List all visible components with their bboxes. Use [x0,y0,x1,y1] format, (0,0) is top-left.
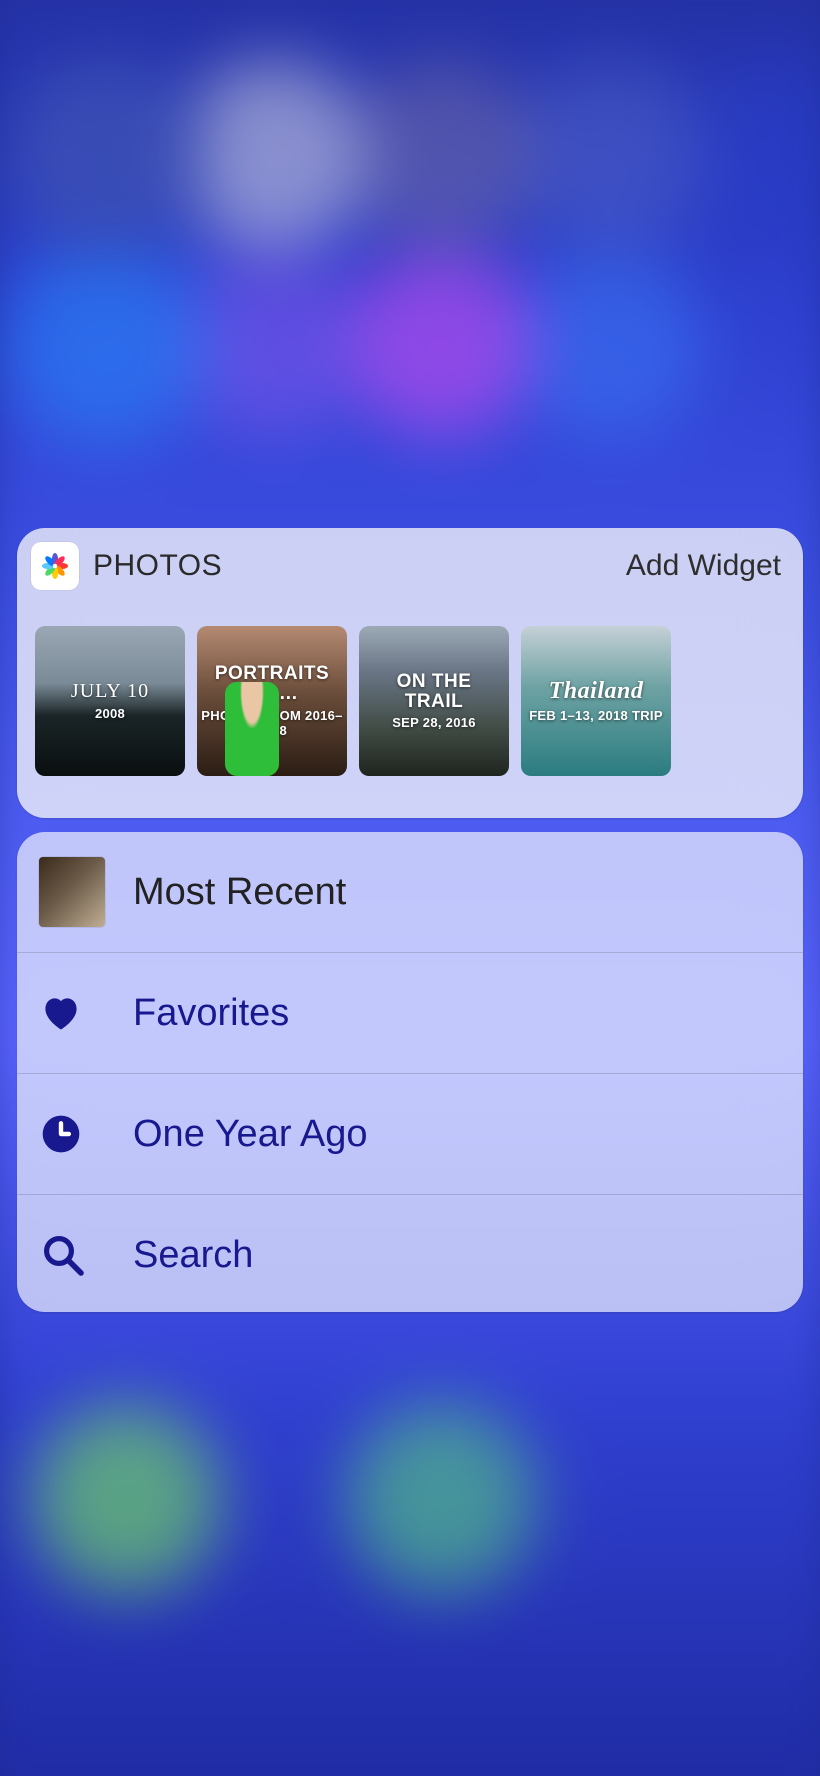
action-label: Search [105,1234,253,1277]
memory-tile-july-10[interactable]: JULY 10 2008 [35,626,185,776]
action-label: Favorites [105,992,289,1035]
memory-tile-thailand[interactable]: Thailand FEB 1–13, 2018 TRIP [521,626,671,776]
photos-app-icon [31,542,79,590]
photos-widget-card: PHOTOS Add Widget JULY 10 2008 PORTRAITS… [17,528,803,818]
action-favorites[interactable]: Favorites [17,953,803,1073]
widget-title: PHOTOS [93,549,626,583]
action-most-recent[interactable]: Most Recent [17,832,803,952]
widget-header: PHOTOS Add Widget [17,528,803,600]
memory-title: JULY 10 [65,681,155,702]
memory-title: ON THE TRAIL [359,672,509,712]
memory-tile-on-the-trail[interactable]: ON THE TRAIL SEP 28, 2016 [359,626,509,776]
memory-title: Thailand [543,679,650,704]
memory-title: PORTRAITS OF … [197,664,347,704]
add-widget-button[interactable]: Add Widget [626,549,781,583]
memories-row: JULY 10 2008 PORTRAITS OF … PHOTOS FROM … [17,600,803,776]
most-recent-thumbnail-icon [39,857,105,927]
memory-tile-portraits[interactable]: PORTRAITS OF … PHOTOS FROM 2016–2018 [197,626,347,776]
memory-subtitle: PHOTOS FROM 2016–2018 [197,708,347,738]
action-label: Most Recent [105,871,346,914]
memory-subtitle: 2008 [95,706,125,721]
heart-icon [39,991,105,1035]
action-one-year-ago[interactable]: One Year Ago [17,1074,803,1194]
search-icon [39,1231,105,1279]
quick-actions-card: Most Recent Favorites One Year Ago [17,832,803,1312]
memory-subtitle: SEP 28, 2016 [392,715,476,730]
action-search[interactable]: Search [17,1195,803,1312]
action-label: One Year Ago [105,1113,368,1156]
clock-icon [39,1112,105,1156]
memory-subtitle: FEB 1–13, 2018 TRIP [529,708,663,723]
